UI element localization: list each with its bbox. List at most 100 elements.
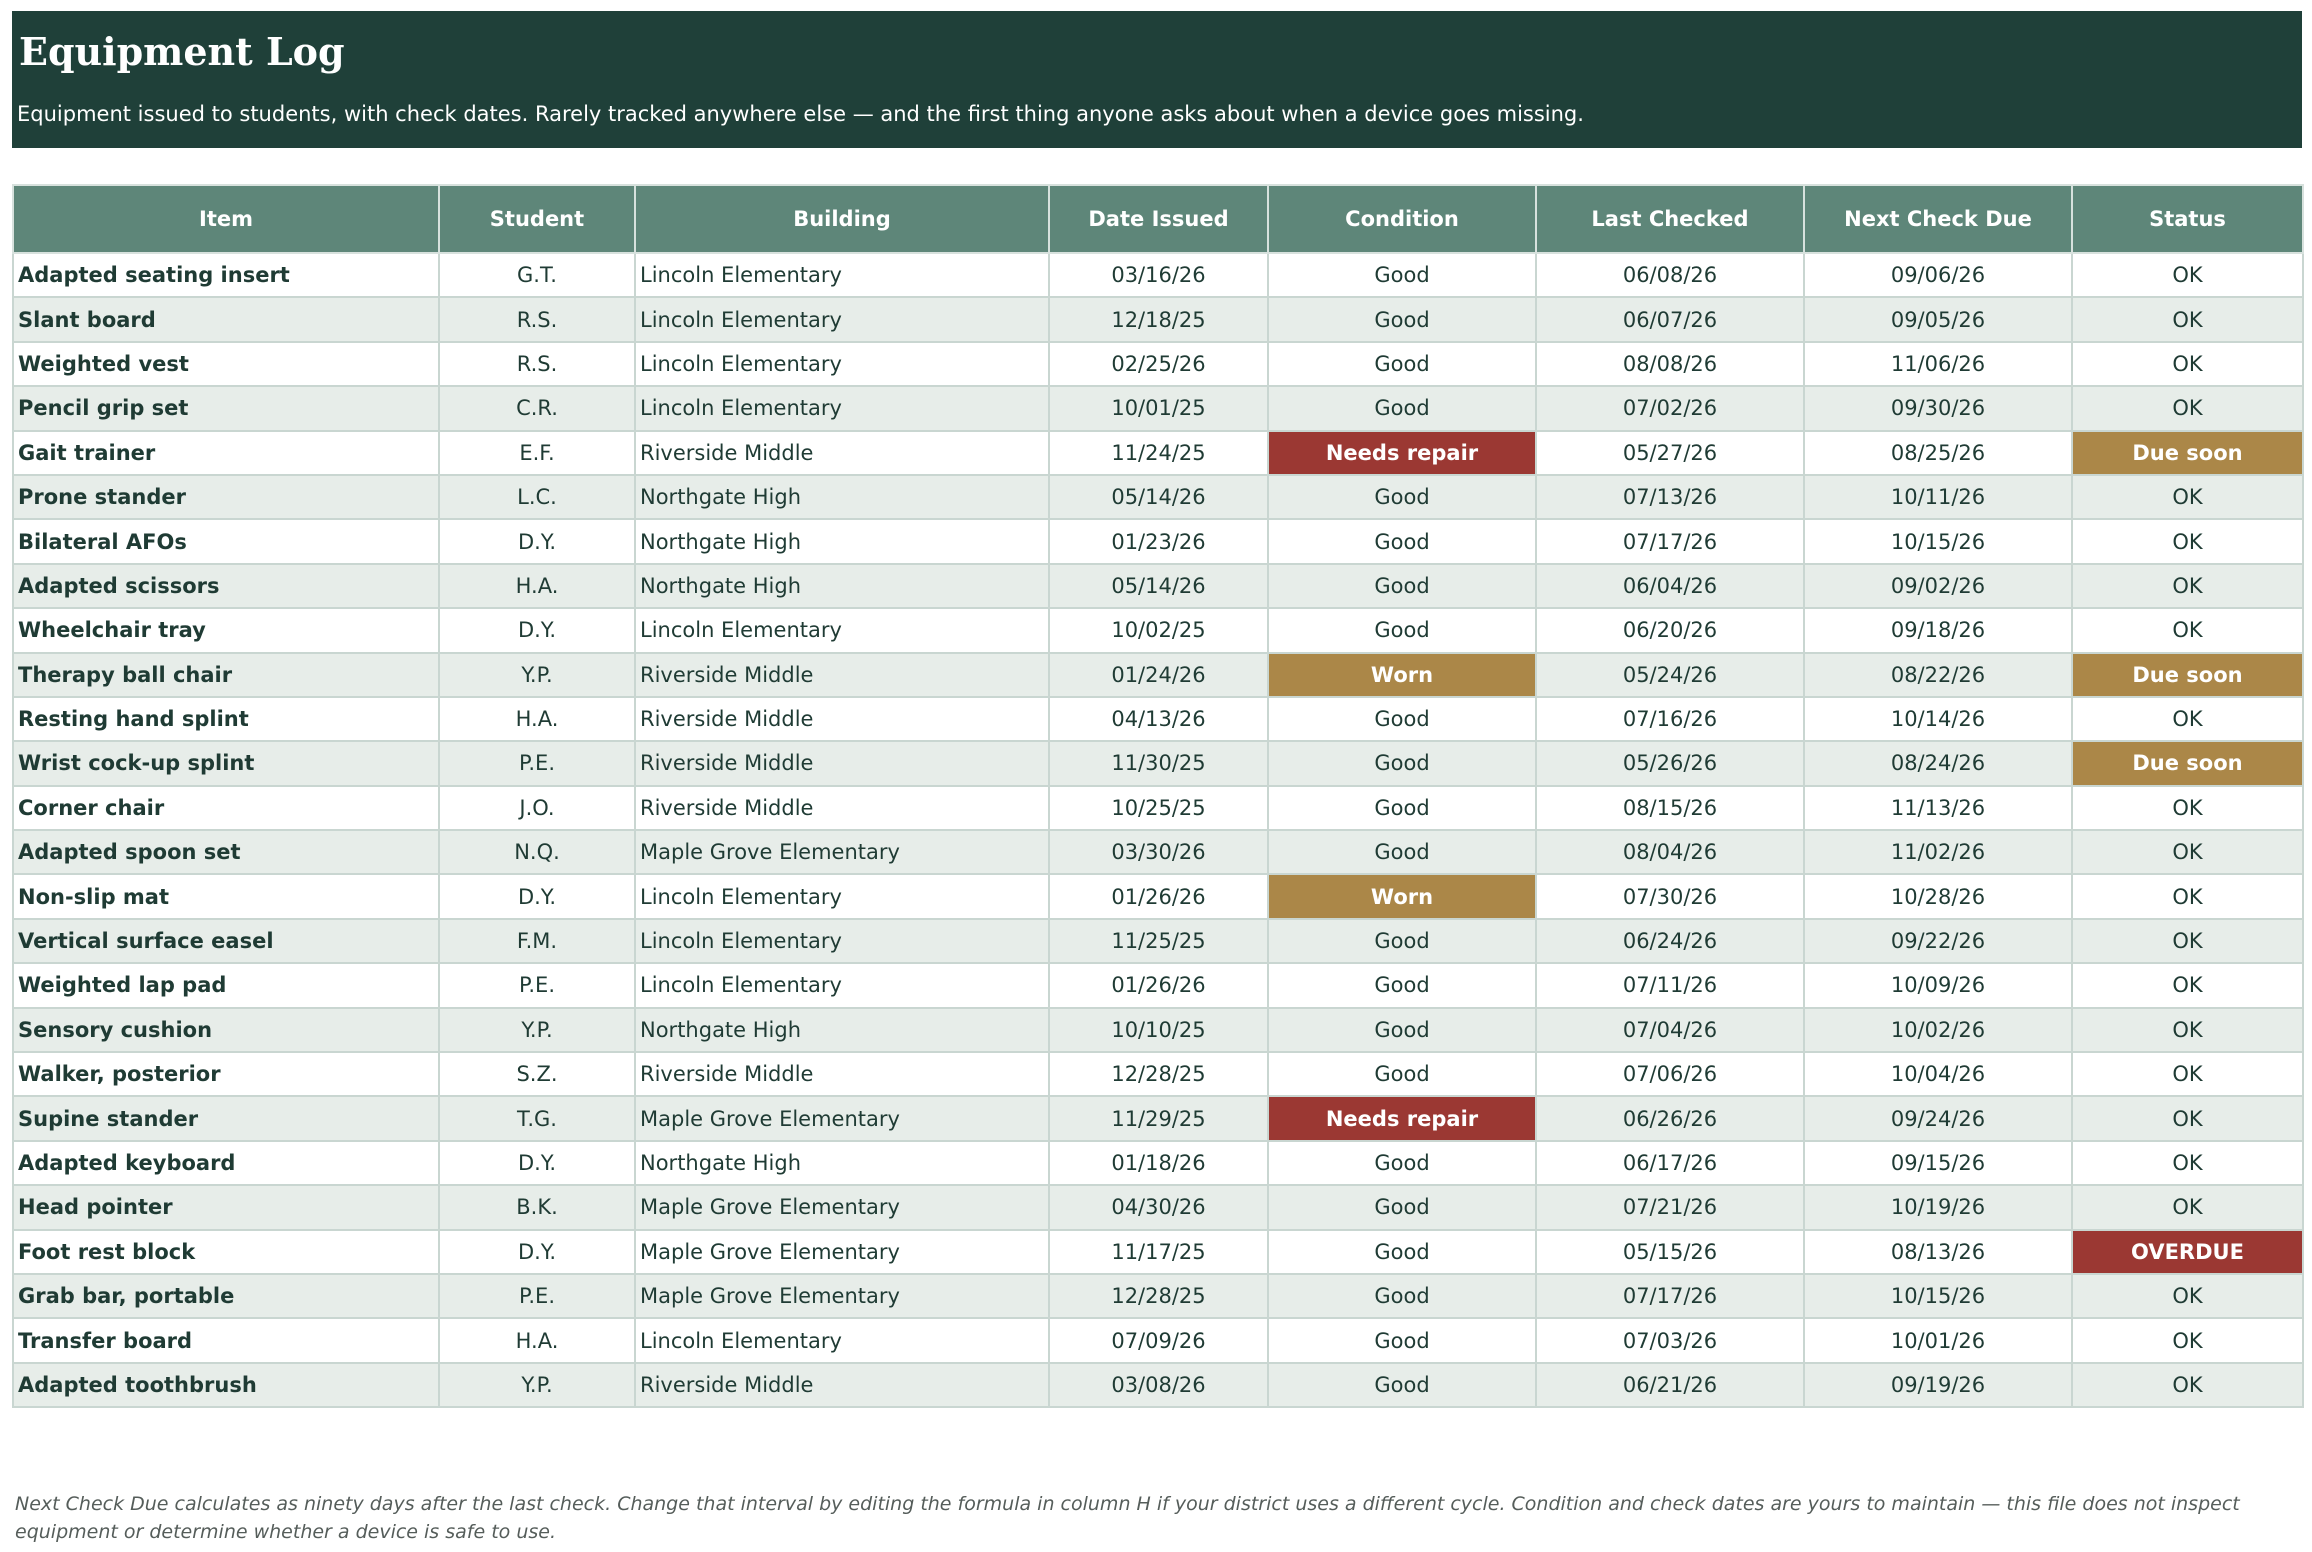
cell-last-checked[interactable]: 07/03/26 [1535,1317,1805,1364]
cell-status[interactable]: OK [2071,562,2304,610]
cell-status[interactable]: OK [2071,873,2304,920]
cell-date-issued[interactable]: 10/10/25 [1048,1006,1269,1054]
cell-building[interactable]: Lincoln Elementary [634,296,1050,343]
cell-building[interactable]: Riverside Middle [634,651,1050,698]
cell-item[interactable]: Resting hand splint [12,695,440,743]
cell-status[interactable]: OK [2071,695,2304,743]
cell-last-checked[interactable]: 07/17/26 [1535,1272,1805,1320]
cell-next-check-due[interactable]: 10/28/26 [1803,873,2073,920]
cell-student[interactable]: D.Y. [438,873,636,920]
cell-item[interactable]: Adapted scissors [12,562,440,610]
cell-condition[interactable]: Good [1267,562,1537,610]
cell-item[interactable]: Adapted toothbrush [12,1361,440,1409]
cell-next-check-due[interactable]: 11/06/26 [1803,340,2073,388]
cell-item[interactable]: Vertical surface easel [12,917,440,965]
cell-last-checked[interactable]: 07/02/26 [1535,385,1805,432]
cell-building[interactable]: Maple Grove Elementary [634,1228,1050,1275]
cell-student[interactable]: H.A. [438,1317,636,1364]
cell-last-checked[interactable]: 06/07/26 [1535,296,1805,343]
cell-status[interactable]: OK [2071,1006,2304,1054]
cell-condition[interactable]: Good [1267,1139,1537,1187]
cell-status[interactable]: OK [2071,1361,2304,1409]
cell-condition[interactable]: Good [1267,473,1537,521]
cell-building[interactable]: Northgate High [634,1139,1050,1187]
cell-next-check-due[interactable]: 09/19/26 [1803,1361,2073,1409]
cell-condition[interactable]: Good [1267,1228,1537,1275]
cell-item[interactable]: Transfer board [12,1317,440,1364]
cell-building[interactable]: Maple Grove Elementary [634,1272,1050,1320]
cell-date-issued[interactable]: 05/14/26 [1048,562,1269,610]
cell-student[interactable]: D.Y. [438,1228,636,1275]
column-header-status[interactable]: Status [2071,184,2304,254]
cell-student[interactable]: Y.P. [438,1006,636,1054]
cell-student[interactable]: P.E. [438,740,636,787]
cell-status[interactable]: OK [2071,1051,2304,1098]
cell-status[interactable]: OK [2071,251,2304,299]
cell-date-issued[interactable]: 12/28/25 [1048,1272,1269,1320]
cell-condition[interactable]: Needs repair [1267,429,1537,476]
cell-date-issued[interactable]: 11/29/25 [1048,1095,1269,1142]
cell-next-check-due[interactable]: 11/13/26 [1803,784,2073,832]
cell-date-issued[interactable]: 11/17/25 [1048,1228,1269,1275]
cell-last-checked[interactable]: 05/15/26 [1535,1228,1805,1275]
cell-building[interactable]: Riverside Middle [634,784,1050,832]
cell-student[interactable]: E.F. [438,429,636,476]
cell-date-issued[interactable]: 03/08/26 [1048,1361,1269,1409]
cell-status[interactable]: OK [2071,340,2304,388]
cell-condition[interactable]: Good [1267,1272,1537,1320]
cell-last-checked[interactable]: 07/30/26 [1535,873,1805,920]
cell-building[interactable]: Maple Grove Elementary [634,829,1050,876]
cell-item[interactable]: Adapted seating insert [12,251,440,299]
cell-status[interactable]: OVERDUE [2071,1228,2304,1275]
cell-status[interactable]: OK [2071,1272,2304,1320]
cell-status[interactable]: OK [2071,962,2304,1009]
cell-next-check-due[interactable]: 10/01/26 [1803,1317,2073,1364]
cell-date-issued[interactable]: 03/30/26 [1048,829,1269,876]
cell-condition[interactable]: Needs repair [1267,1095,1537,1142]
cell-status[interactable]: Due soon [2071,429,2304,476]
cell-last-checked[interactable]: 07/04/26 [1535,1006,1805,1054]
cell-student[interactable]: R.S. [438,340,636,388]
cell-building[interactable]: Northgate High [634,1006,1050,1054]
cell-building[interactable]: Northgate High [634,562,1050,610]
cell-next-check-due[interactable]: 10/14/26 [1803,695,2073,743]
cell-last-checked[interactable]: 05/24/26 [1535,651,1805,698]
cell-building[interactable]: Lincoln Elementary [634,251,1050,299]
cell-next-check-due[interactable]: 10/09/26 [1803,962,2073,1009]
cell-condition[interactable]: Good [1267,607,1537,654]
column-header-last-checked[interactable]: Last Checked [1535,184,1805,254]
cell-item[interactable]: Adapted spoon set [12,829,440,876]
cell-student[interactable]: B.K. [438,1184,636,1231]
cell-last-checked[interactable]: 07/17/26 [1535,518,1805,565]
cell-date-issued[interactable]: 10/02/25 [1048,607,1269,654]
cell-building[interactable]: Northgate High [634,473,1050,521]
cell-date-issued[interactable]: 01/26/26 [1048,873,1269,920]
cell-item[interactable]: Wrist cock-up splint [12,740,440,787]
cell-last-checked[interactable]: 06/26/26 [1535,1095,1805,1142]
cell-condition[interactable]: Good [1267,1361,1537,1409]
cell-last-checked[interactable]: 06/17/26 [1535,1139,1805,1187]
cell-item[interactable]: Head pointer [12,1184,440,1231]
cell-item[interactable]: Sensory cushion [12,1006,440,1054]
cell-next-check-due[interactable]: 08/24/26 [1803,740,2073,787]
cell-next-check-due[interactable]: 08/22/26 [1803,651,2073,698]
cell-last-checked[interactable]: 07/13/26 [1535,473,1805,521]
cell-item[interactable]: Supine stander [12,1095,440,1142]
cell-date-issued[interactable]: 01/26/26 [1048,962,1269,1009]
cell-next-check-due[interactable]: 09/15/26 [1803,1139,2073,1187]
cell-last-checked[interactable]: 07/06/26 [1535,1051,1805,1098]
cell-condition[interactable]: Good [1267,385,1537,432]
cell-student[interactable]: P.E. [438,1272,636,1320]
column-header-building[interactable]: Building [634,184,1050,254]
cell-condition[interactable]: Good [1267,1006,1537,1054]
cell-next-check-due[interactable]: 10/04/26 [1803,1051,2073,1098]
cell-status[interactable]: OK [2071,1095,2304,1142]
cell-item[interactable]: Bilateral AFOs [12,518,440,565]
cell-condition[interactable]: Good [1267,296,1537,343]
cell-date-issued[interactable]: 01/23/26 [1048,518,1269,565]
cell-next-check-due[interactable]: 10/19/26 [1803,1184,2073,1231]
cell-date-issued[interactable]: 10/25/25 [1048,784,1269,832]
cell-condition[interactable]: Good [1267,695,1537,743]
cell-condition[interactable]: Good [1267,340,1537,388]
cell-next-check-due[interactable]: 09/18/26 [1803,607,2073,654]
